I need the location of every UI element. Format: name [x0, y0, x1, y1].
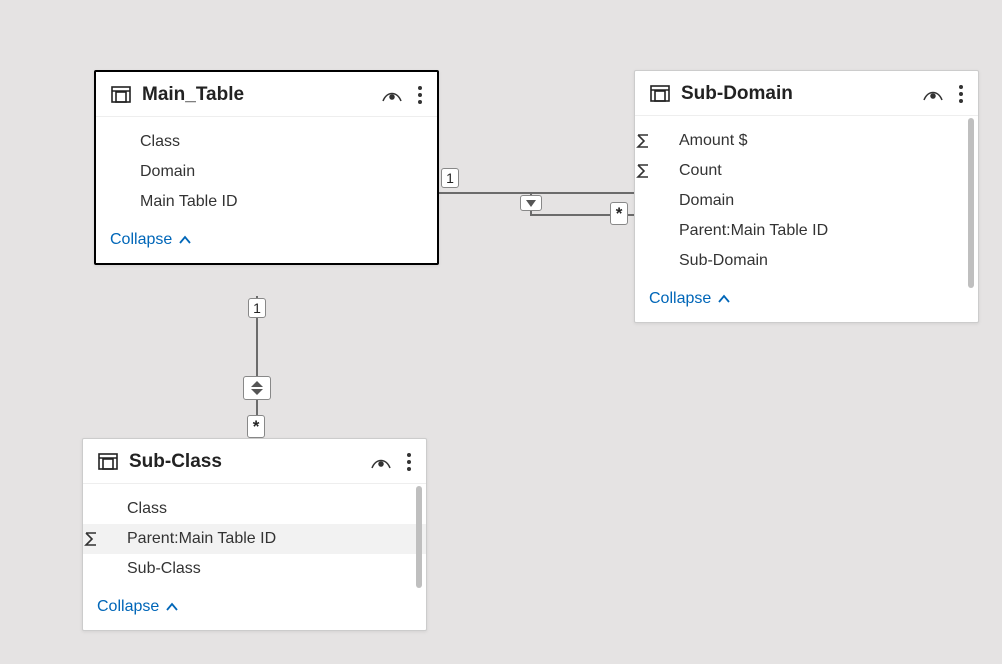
sigma-icon [83, 531, 127, 547]
sigma-icon [635, 163, 679, 179]
table-title: Sub-Class [129, 451, 360, 473]
table-icon [97, 451, 119, 473]
relation-direction-icon[interactable] [243, 376, 271, 400]
table-header[interactable]: Sub-Domain [635, 71, 978, 116]
field-item[interactable]: Class [96, 127, 437, 157]
more-options-icon[interactable] [417, 85, 423, 105]
field-item[interactable]: Main Table ID [96, 187, 437, 217]
field-list: Class Domain Main Table ID [96, 117, 437, 221]
field-item[interactable]: Parent:Main Table ID [635, 216, 978, 246]
scrollbar[interactable] [968, 118, 974, 288]
collapse-button[interactable]: Collapse [83, 588, 426, 630]
table-header[interactable]: Sub-Class [83, 439, 426, 484]
field-list: Amount $ Count Domain Parent:Main Table … [635, 116, 978, 280]
field-list: Class Parent:Main Table ID Sub-Class [83, 484, 426, 588]
table-main[interactable]: Main_Table Class [94, 70, 439, 265]
field-item[interactable]: Sub-Class [83, 554, 426, 584]
cardinality-badge-to: * [610, 202, 628, 225]
field-item[interactable]: Domain [635, 186, 978, 216]
chevron-up-icon [178, 235, 192, 245]
cardinality-badge-to: * [247, 415, 265, 438]
table-icon [110, 84, 132, 106]
relation-direction-icon[interactable] [520, 195, 542, 211]
collapse-button[interactable]: Collapse [96, 221, 437, 263]
diagram-canvas[interactable]: 1 * 1 * Main_Table [0, 0, 1002, 664]
scrollbar[interactable] [416, 486, 422, 588]
more-options-icon[interactable] [406, 452, 412, 472]
visibility-icon[interactable] [370, 454, 392, 470]
field-item[interactable]: Sub-Domain [635, 246, 978, 276]
visibility-icon[interactable] [922, 86, 944, 102]
field-item[interactable]: Parent:Main Table ID [83, 524, 426, 554]
table-header[interactable]: Main_Table [96, 72, 437, 117]
table-title: Sub-Domain [681, 83, 912, 105]
cardinality-badge-from: 1 [441, 168, 459, 188]
field-item[interactable]: Class [83, 494, 426, 524]
field-item[interactable]: Amount $ [635, 126, 978, 156]
table-icon [649, 83, 671, 105]
field-item[interactable]: Domain [96, 157, 437, 187]
collapse-button[interactable]: Collapse [635, 280, 978, 322]
table-subclass[interactable]: Sub-Class Class [82, 438, 427, 631]
chevron-up-icon [717, 294, 731, 304]
table-subdomain[interactable]: Sub-Domain Amount $ [634, 70, 979, 323]
chevron-up-icon [165, 602, 179, 612]
field-item[interactable]: Count [635, 156, 978, 186]
sigma-icon [635, 133, 679, 149]
more-options-icon[interactable] [958, 84, 964, 104]
cardinality-badge-from: 1 [248, 298, 266, 318]
table-title: Main_Table [142, 84, 371, 106]
relation-line [439, 192, 634, 194]
visibility-icon[interactable] [381, 87, 403, 103]
